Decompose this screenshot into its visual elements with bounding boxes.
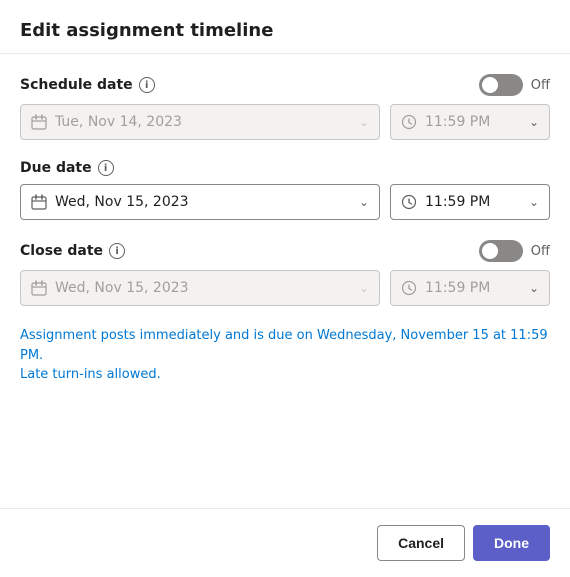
close-time-picker: 11:59 PM ⌄: [390, 270, 550, 306]
schedule-date-label: Schedule date i: [20, 77, 155, 93]
schedule-date-toggle-knob: [482, 77, 498, 93]
status-line2: Late turn-ins allowed.: [20, 367, 161, 382]
schedule-date-chevron: ⌄: [359, 115, 369, 129]
close-date-toggle-knob: [482, 243, 498, 259]
close-date-label-row: Close date i Off: [20, 240, 550, 262]
done-button[interactable]: Done: [473, 525, 550, 561]
cancel-button[interactable]: Cancel: [377, 525, 465, 561]
schedule-time-picker: 11:59 PM ⌄: [390, 104, 550, 140]
close-date-group: Close date i Off: [20, 240, 550, 306]
due-date-chevron: ⌄: [359, 195, 369, 209]
clock-icon: [401, 194, 417, 210]
close-date-picker: Wed, Nov 15, 2023 ⌄: [20, 270, 380, 306]
status-message: Assignment posts immediately and is due …: [20, 326, 550, 385]
due-date-picker[interactable]: Wed, Nov 15, 2023 ⌄: [20, 184, 380, 220]
dialog-title: Edit assignment timeline: [20, 20, 550, 41]
schedule-date-label-row: Schedule date i Off: [20, 74, 550, 96]
calendar-icon: [31, 280, 47, 296]
due-date-info-icon[interactable]: i: [98, 160, 114, 176]
close-date-value: Wed, Nov 15, 2023: [55, 280, 351, 296]
schedule-toggle-row: Off: [479, 74, 550, 96]
clock-icon: [401, 114, 417, 130]
close-toggle-row: Off: [479, 240, 550, 262]
schedule-time-chevron: ⌄: [529, 115, 539, 129]
schedule-date-text: Schedule date: [20, 77, 133, 93]
schedule-date-value: Tue, Nov 14, 2023: [55, 114, 351, 130]
schedule-date-group: Schedule date i Off: [20, 74, 550, 140]
edit-timeline-dialog: Edit assignment timeline Schedule date i…: [0, 0, 570, 577]
close-date-text: Close date: [20, 243, 103, 259]
due-date-label: Due date i: [20, 160, 114, 176]
schedule-date-picker: Tue, Nov 14, 2023 ⌄: [20, 104, 380, 140]
due-date-label-row: Due date i: [20, 160, 550, 176]
due-time-picker[interactable]: 11:59 PM ⌄: [390, 184, 550, 220]
close-date-label: Close date i: [20, 243, 125, 259]
close-date-toggle[interactable]: [479, 240, 523, 262]
schedule-date-toggle[interactable]: [479, 74, 523, 96]
schedule-date-input-row: Tue, Nov 14, 2023 ⌄ 11:59 PM ⌄: [20, 104, 550, 140]
dialog-header: Edit assignment timeline: [0, 0, 570, 54]
close-date-chevron: ⌄: [359, 281, 369, 295]
due-time-value: 11:59 PM: [425, 194, 521, 210]
calendar-icon: [31, 114, 47, 130]
schedule-date-toggle-label: Off: [531, 78, 550, 93]
close-date-info-icon[interactable]: i: [109, 243, 125, 259]
due-date-input-row: Wed, Nov 15, 2023 ⌄ 11:59 PM ⌄: [20, 184, 550, 220]
dialog-footer: Cancel Done: [0, 508, 570, 577]
clock-icon: [401, 280, 417, 296]
status-line1: Assignment posts immediately and is due …: [20, 328, 548, 363]
close-date-input-row: Wed, Nov 15, 2023 ⌄ 11:59 PM ⌄: [20, 270, 550, 306]
due-date-value: Wed, Nov 15, 2023: [55, 194, 351, 210]
calendar-icon: [31, 194, 47, 210]
schedule-time-value: 11:59 PM: [425, 114, 521, 130]
due-time-chevron: ⌄: [529, 195, 539, 209]
close-date-toggle-label: Off: [531, 244, 550, 259]
close-time-value: 11:59 PM: [425, 280, 521, 296]
due-date-group: Due date i Wed, Nov 15, 2023 ⌄: [20, 160, 550, 220]
due-date-text: Due date: [20, 160, 92, 176]
dialog-body: Schedule date i Off: [0, 54, 570, 468]
close-time-chevron: ⌄: [529, 281, 539, 295]
schedule-date-info-icon[interactable]: i: [139, 77, 155, 93]
